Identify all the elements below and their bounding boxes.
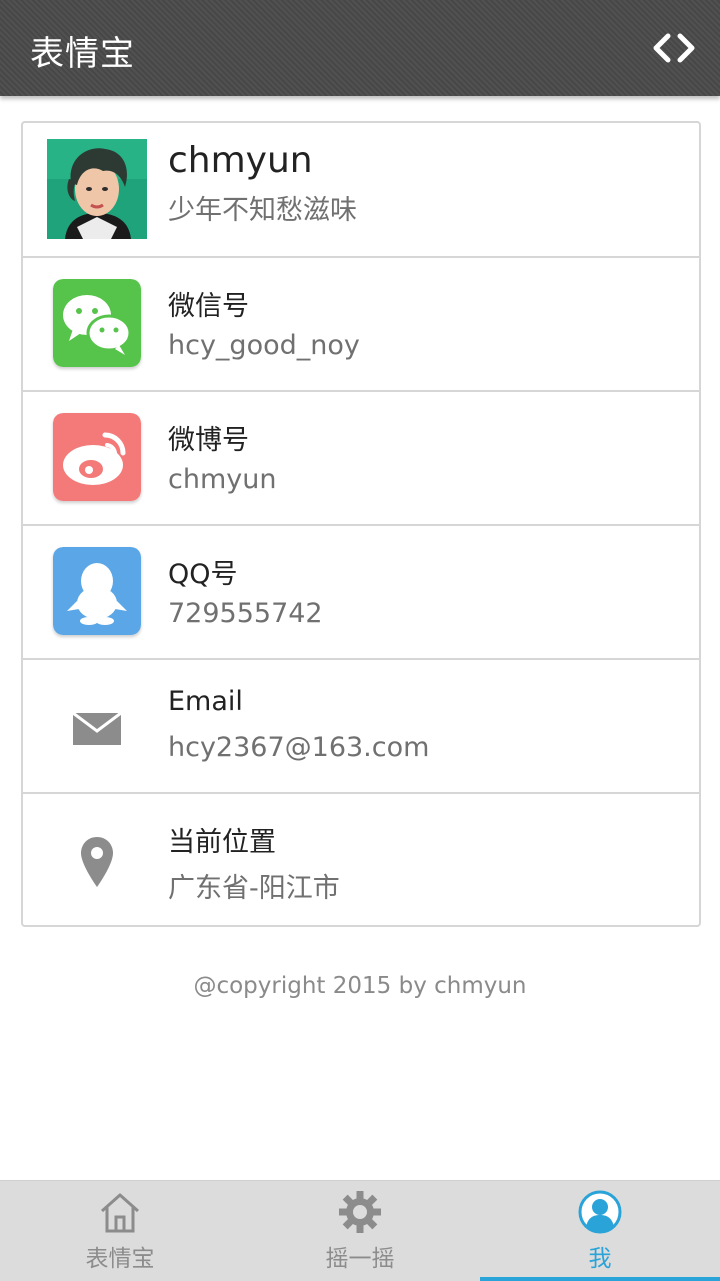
app-title: 表情宝 xyxy=(30,34,135,74)
location-pin-icon xyxy=(81,837,113,887)
mail-icon xyxy=(72,711,122,745)
qq-value: 729555742 xyxy=(168,598,323,629)
qq-icon xyxy=(53,547,141,635)
tab-home[interactable]: 表情宝 xyxy=(0,1181,240,1281)
avatar xyxy=(47,139,147,239)
home-icon xyxy=(101,1193,139,1233)
active-tab-indicator xyxy=(480,1277,720,1281)
tab-home-label: 表情宝 xyxy=(85,1246,155,1272)
gear-icon xyxy=(339,1191,381,1233)
profile-card: chmyun 少年不知愁滋味 微信号 hcy_good_noy 微博号 chmy… xyxy=(21,121,701,927)
copyright-text: @copyright 2015 by chmyun xyxy=(193,973,527,999)
profile-name: chmyun xyxy=(168,140,313,181)
tab-me[interactable]: 我 xyxy=(480,1181,720,1281)
location-row[interactable]: 当前位置 广东省-阳江市 xyxy=(23,793,699,926)
qq-label: QQ号 xyxy=(168,559,238,590)
weibo-row[interactable]: 微博号 chmyun xyxy=(23,391,699,526)
tab-me-label: 我 xyxy=(588,1246,612,1272)
weibo-icon xyxy=(53,413,141,501)
qq-row[interactable]: QQ号 729555742 xyxy=(23,525,699,660)
email-value: hcy2367@163.com xyxy=(168,732,430,763)
location-value: 广东省-阳江市 xyxy=(168,873,340,904)
weibo-value: chmyun xyxy=(168,464,277,495)
wechat-icon xyxy=(53,279,141,367)
weibo-label: 微博号 xyxy=(168,425,249,456)
wechat-row[interactable]: 微信号 hcy_good_noy xyxy=(23,257,699,392)
location-label: 当前位置 xyxy=(168,827,276,858)
email-label: Email xyxy=(168,686,243,717)
email-row[interactable]: Email hcy2367@163.com xyxy=(23,659,699,794)
app-header: 表情宝 xyxy=(0,0,720,96)
tab-shake[interactable]: 摇一摇 xyxy=(240,1181,480,1281)
bottom-tab-bar: 表情宝 摇一摇 我 xyxy=(0,1180,720,1281)
tab-shake-label: 摇一摇 xyxy=(325,1246,395,1272)
wechat-label: 微信号 xyxy=(168,291,249,322)
profile-signature: 少年不知愁滋味 xyxy=(168,195,357,226)
code-icon[interactable] xyxy=(652,32,696,64)
profile-row[interactable]: chmyun 少年不知愁滋味 xyxy=(23,123,699,258)
user-icon xyxy=(578,1190,622,1234)
wechat-value: hcy_good_noy xyxy=(168,330,360,361)
